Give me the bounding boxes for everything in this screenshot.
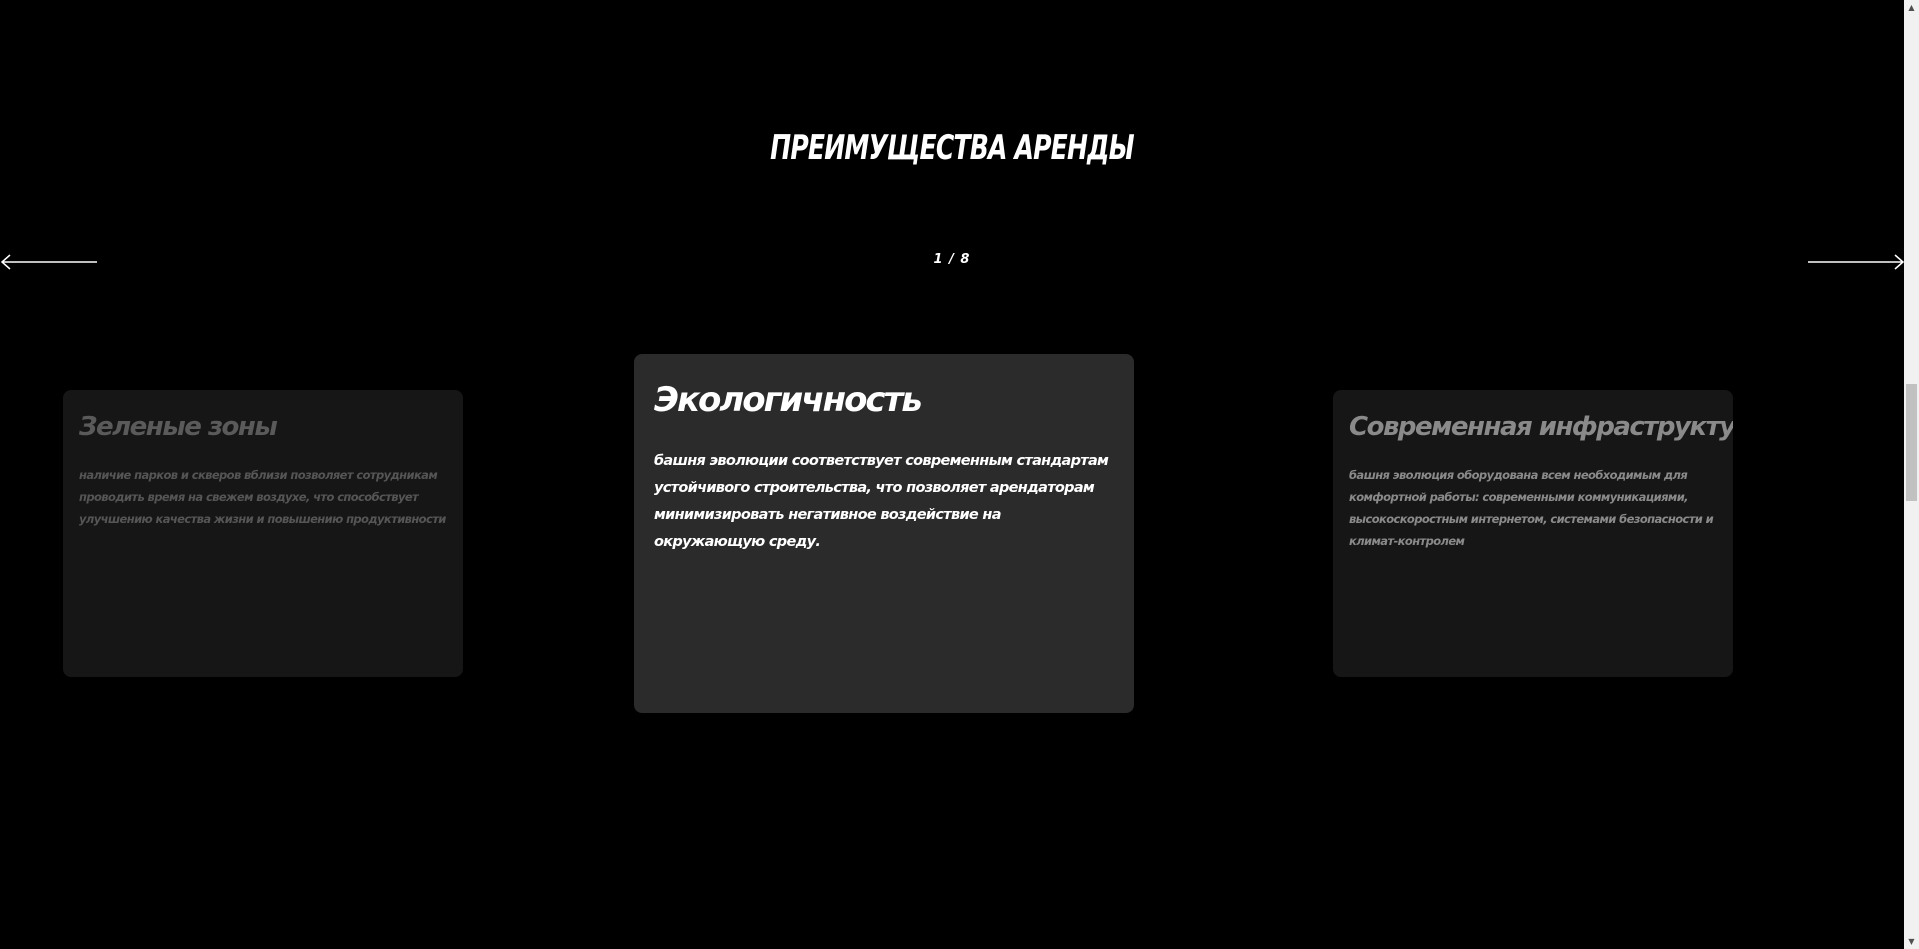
- advantage-card-green-zones[interactable]: Зеленые зоны Наличие парков и скверов вб…: [63, 390, 463, 677]
- arrow-right-icon: [1808, 254, 1905, 270]
- card-title: Зеленые зоны: [79, 412, 278, 442]
- scrollbar-thumb[interactable]: [1906, 384, 1917, 501]
- slider-next-button[interactable]: [1805, 253, 1905, 271]
- vertical-scrollbar[interactable]: ▲ ▼: [1904, 0, 1919, 949]
- advantage-card-ecology[interactable]: Экологичность Башня Эволюции соответству…: [634, 354, 1134, 713]
- slider-counter: 1 / 8: [933, 252, 971, 267]
- page: ПРЕИМУЩЕСТВА АРЕНДЫ 1 / 8 Зеленые зоны Н…: [0, 0, 1905, 949]
- card-title: Современная инфраструктура: [1349, 412, 1733, 442]
- card-text: Башня Эволюция оборудована всем необходи…: [1349, 468, 1714, 548]
- card-title: Экологичность: [654, 380, 923, 420]
- advantage-card-infrastructure[interactable]: Современная инфраструктура Башня Эволюци…: [1333, 390, 1733, 677]
- card-text: Наличие парков и скверов вблизи позволяе…: [79, 468, 446, 526]
- section-title: ПРЕИМУЩЕСТВА АРЕНДЫ: [770, 128, 1134, 168]
- scroll-up-icon[interactable]: ▲: [1904, 0, 1919, 15]
- card-text: Башня Эволюции соответствует современным…: [654, 453, 1109, 550]
- scroll-down-icon[interactable]: ▼: [1904, 934, 1919, 949]
